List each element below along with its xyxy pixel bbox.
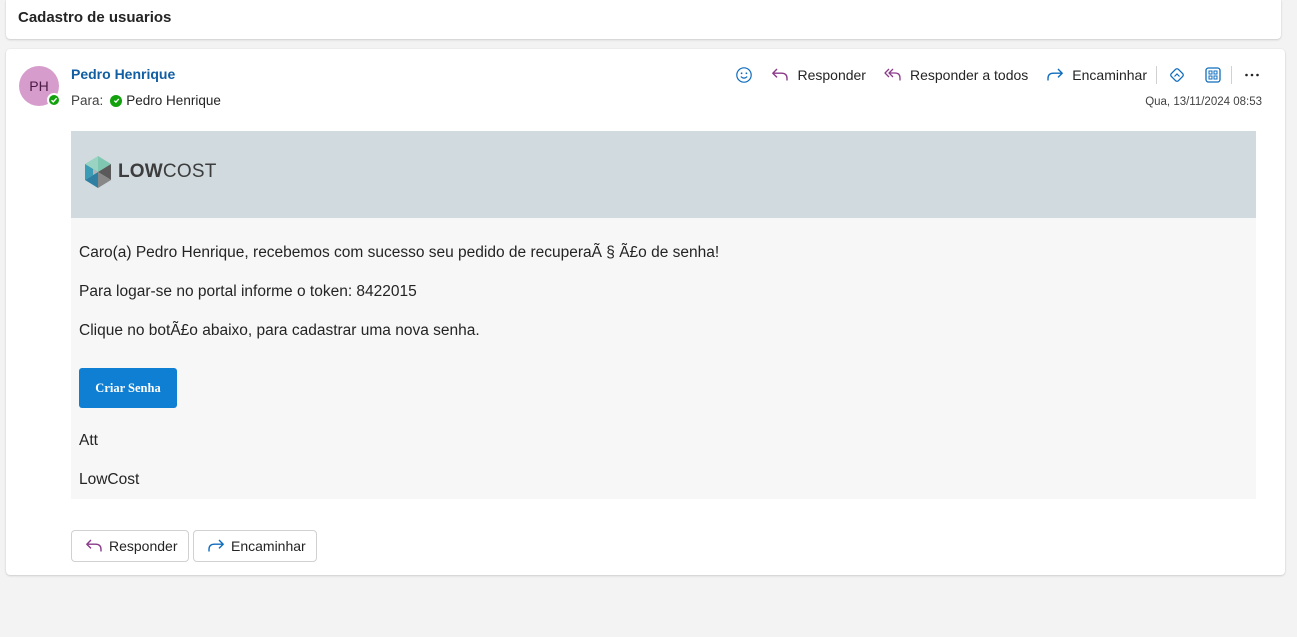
email-header-band: LOWCOST (71, 131, 1256, 218)
create-password-button[interactable]: Criar Senha (79, 368, 177, 408)
forward-icon (208, 539, 224, 552)
footer-reply-button[interactable]: Responder (71, 530, 189, 562)
subject-bar: Cadastro de usuarios (6, 0, 1281, 39)
more-icon[interactable] (1243, 66, 1261, 84)
footer-reply-label: Responder (109, 538, 178, 554)
message-date: Qua, 13/11/2024 08:53 (1145, 96, 1262, 108)
to-line: Para: Pedro Henrique (71, 93, 221, 108)
footer-forward-label: Encaminhar (231, 538, 306, 554)
message-card: PH Pedro Henrique Para: Pedro Henrique R… (6, 49, 1285, 575)
reply-all-icon (884, 68, 901, 81)
apps-icon[interactable] (1204, 66, 1222, 84)
sender-name[interactable]: Pedro Henrique (71, 66, 175, 82)
reply-all-button[interactable]: Responder a todos (884, 63, 1028, 87)
lowcost-logo-icon (85, 156, 111, 188)
reply-button[interactable]: Responder (771, 63, 866, 87)
email-closing: Att (79, 432, 98, 449)
recipient-name[interactable]: Pedro Henrique (126, 93, 221, 108)
footer-forward-button[interactable]: Encaminhar (193, 530, 317, 562)
email-body: Caro(a) Pedro Henrique, recebemos com su… (71, 218, 1256, 499)
to-label: Para: (71, 93, 104, 108)
email-token-line: Para logar-se no portal informe o token:… (79, 283, 417, 300)
emoji-icon[interactable] (735, 66, 753, 84)
ai-icon[interactable] (1168, 66, 1186, 84)
toolbar-divider (1156, 66, 1157, 84)
subject-title: Cadastro de usuarios (18, 9, 172, 26)
reply-label: Responder (797, 67, 866, 83)
email-signature: LowCost (79, 471, 140, 488)
avatar-initials: PH (29, 78, 49, 94)
toolbar-divider-2 (1231, 66, 1232, 84)
reply-icon (86, 539, 102, 552)
reply-all-label: Responder a todos (909, 67, 1029, 83)
logo-wordmark: LOWCOST (118, 161, 217, 182)
email-instruction: Clique no botÃ£o abaixo, para cadastrar … (79, 322, 480, 339)
recipient-presence-icon (110, 94, 123, 107)
lowcost-logo: LOWCOST (84, 156, 217, 188)
forward-icon (1047, 68, 1064, 81)
avatar[interactable]: PH (19, 66, 61, 107)
forward-label: Encaminhar (1072, 67, 1147, 83)
message-toolbar: Responder Responder a todos Encaminhar (717, 63, 1261, 87)
email-greeting: Caro(a) Pedro Henrique, recebemos com su… (79, 244, 720, 261)
reply-icon (772, 68, 789, 81)
presence-available-icon (47, 93, 61, 107)
forward-button[interactable]: Encaminhar (1046, 63, 1147, 87)
